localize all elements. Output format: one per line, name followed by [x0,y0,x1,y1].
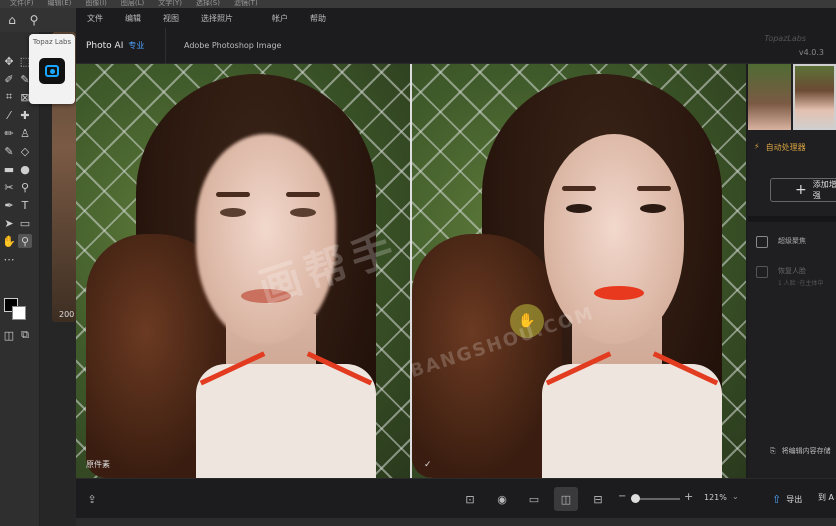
menu-select-photo[interactable]: 选择照片 [190,13,244,24]
topaz-labs-badge: Topaz Labs [29,34,75,104]
save-icon: ⎘ [770,446,776,455]
home-icon[interactable]: ⌂ [4,12,20,28]
lightning-icon: ⚡ [754,142,760,151]
zoom-in-icon[interactable]: + [684,490,693,503]
zoom-slider-handle[interactable] [631,494,640,503]
topaz-photo-ai-logo-icon [39,58,65,84]
plus-icon: + [795,182,807,198]
feature-super-focus-label: 超级聚焦 [778,237,806,245]
pen-tool-icon[interactable]: ✒ [2,198,16,212]
add-enhancement-label: 添加增强 [812,180,836,200]
fit-to-screen-icon[interactable]: ⊡ [458,487,482,511]
lasso-tool-icon[interactable]: ✐ [2,72,16,86]
photo-ai-window: 文件 编辑 视图 选择照片 帐户 帮助 Photo AI 专业 Adobe Ph… [76,8,836,518]
focus-icon [756,236,768,248]
gradient-tool-icon[interactable]: ▬ [2,162,16,176]
dodge-tool-icon[interactable]: ✂ [2,180,16,194]
original-label: 原件素 [86,460,110,469]
history-brush-icon[interactable]: ✎ [2,144,16,158]
ps-toolbar: ✥ ⬚ ✐ ✎ ⌗ ⊠ ⁄ ✚ ✏ ♙ ✎ ◇ ▬ ● ✂ ⚲ ✒ T ➤ ▭ … [0,32,40,526]
move-tool-icon[interactable]: ✥ [2,54,16,68]
side-by-side-view-icon[interactable]: ◫ [554,487,578,511]
app-title: Photo AI 专业 [76,27,166,64]
type-tool-icon[interactable]: T [18,198,32,212]
bottom-toolbar: ⇪ ⊡ ◉ ▭ ◫ ⊟ − + 121% ⌄ ⇧ 导出 到 A [76,478,836,518]
zoom-level[interactable]: 121% [704,493,727,502]
ps-menu-type[interactable]: 文字(Y) [158,0,182,8]
ps-menu-file[interactable]: 文件(F) [10,0,34,8]
menu-edit[interactable]: 编辑 [114,13,152,24]
export-icon: ⇧ [772,492,782,506]
autopilot-label: 自动处理器 [765,143,806,152]
zoom-dropdown-chevron-icon[interactable]: ⌄ [732,492,739,501]
feature-super-focus[interactable]: 超级聚焦 [756,236,806,248]
burn-tool-icon[interactable]: ⚲ [18,180,32,194]
ps-menu-select[interactable]: 选择(S) [196,0,220,8]
version-label: v4.0.3 [798,48,824,57]
brand-label: TopazLabs [764,34,806,43]
enhanced-pane[interactable]: ✋ ✓ [412,64,746,478]
app-name: Photo AI [86,40,124,51]
save-edits-note[interactable]: ⎘ 将编辑内容存储 [770,446,831,456]
search-icon[interactable]: ⚲ [26,12,42,28]
ps-menu-image[interactable]: 图像(I) [85,0,107,8]
thumbnail-1[interactable] [748,64,791,130]
eraser-tool-icon[interactable]: ◇ [18,144,32,158]
brush-tool-icon[interactable]: ✏ [2,126,16,140]
image-source: Adobe Photoshop Image [184,41,282,50]
split-view-icon[interactable]: ⊟ [586,487,610,511]
hand-tool-icon[interactable]: ✋ [2,234,16,248]
ps-options-bar: ⌂ ⚲ [0,8,80,32]
ps-menu-layer[interactable]: 图层(L) [121,0,144,8]
zoom-tool-icon[interactable]: ⚲ [18,234,32,248]
processed-check-icon: ✓ [424,460,432,470]
blur-tool-icon[interactable]: ● [18,162,32,176]
preview-eye-icon[interactable]: ◉ [490,487,514,511]
export-label: 导出 [786,494,803,504]
feature-recover-face[interactable]: 恢复人脸 1 人脸 ·在主体中 [756,266,824,287]
menu-view[interactable]: 视图 [152,13,190,24]
ps-menu-filter[interactable]: 滤镜(T) [234,0,258,8]
background-color-swatch[interactable] [12,306,26,320]
thumbnail-2-selected[interactable] [793,64,836,130]
feature-recover-face-label: 恢复人脸 [778,267,806,275]
quick-mask-icon[interactable]: ◫ [2,328,16,342]
autopilot-row[interactable]: ⚡ 自动处理器 [754,142,806,153]
crop-tool-icon[interactable]: ⌗ [2,90,16,104]
eyedropper-icon[interactable]: ⁄ [2,108,16,122]
more-tools-icon[interactable]: ⋯ [2,252,16,266]
healing-brush-icon[interactable]: ✚ [18,108,32,122]
zoom-slider[interactable] [634,498,680,500]
export-destination[interactable]: 到 A [818,492,834,503]
menu-account[interactable]: 帐户 [244,13,299,24]
screen-mode-icon[interactable]: ⧉ [18,328,32,342]
path-select-icon[interactable]: ➤ [2,216,16,230]
face-icon [756,266,768,278]
menu-help[interactable]: 帮助 [299,13,337,24]
export-button[interactable]: ⇧ 导出 [772,487,802,511]
ps-menubar: 文件(F) 编辑(E) 图像(I) 图层(L) 文字(Y) 选择(S) 滤镜(T… [0,0,836,8]
app-menubar: 文件 编辑 视图 选择照片 帐户 帮助 [76,8,836,28]
save-edits-label: 将编辑内容存储 [781,447,831,455]
single-view-icon[interactable]: ▭ [522,487,546,511]
enhancement-panel: ⚡ 自动处理器 + 添加增强 超级聚焦 恢复人脸 1 人脸 ·在主体中 ⎘ 将编… [748,64,836,478]
stamp-tool-icon[interactable]: ♙ [18,126,32,140]
zoom-out-icon[interactable]: − [618,491,626,502]
menu-file[interactable]: 文件 [76,13,114,24]
ps-menu-edit[interactable]: 编辑(E) [48,0,72,8]
ps-document-zoom-label: 200 [59,310,75,319]
pro-badge: 专业 [128,41,145,50]
app-header: Photo AI 专业 Adobe Photoshop Image TopazL… [76,27,836,64]
image-thumbnails [748,64,836,130]
feature-recover-face-sub: 1 人脸 ·在主体中 [778,280,824,287]
upload-icon[interactable]: ⇪ [80,487,104,511]
comparison-viewer[interactable]: 原件素 ✋ ✓ 画帮手 BANGSHOU.COM [76,64,746,478]
add-enhancement-button[interactable]: + 添加增强 [770,178,836,202]
topaz-labs-label: Topaz Labs [32,38,72,46]
rectangle-tool-icon[interactable]: ▭ [18,216,32,230]
